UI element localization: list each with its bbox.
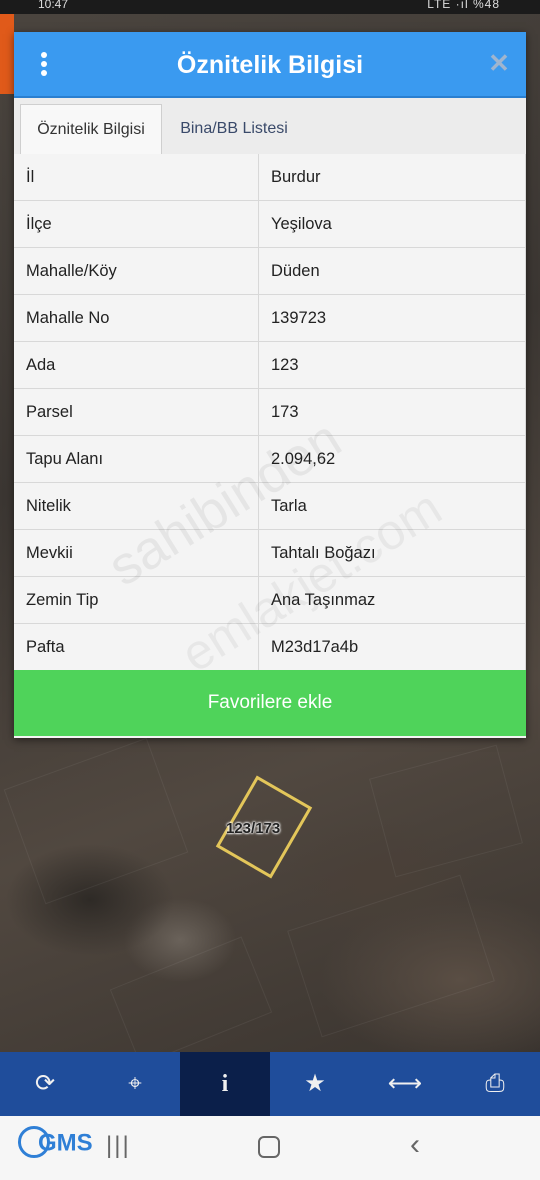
kebab-menu-icon[interactable] [38,52,50,78]
attribute-row: Pafta M23d17a4b [14,623,526,671]
attribute-key: Nitelik [14,482,259,530]
attribute-key: İl [14,154,259,201]
attribute-value: M23d17a4b [258,623,526,671]
attribute-value: 2.094,62 [258,435,526,483]
attribute-row: Mahalle No 139723 [14,294,526,342]
attribute-key: Pafta [14,623,259,671]
measure-icon[interactable]: ⟷ [360,1052,450,1116]
attribute-row: Mevkii Tahtalı Boğazı [14,529,526,577]
refresh-icon[interactable]: ⟳ [0,1052,90,1116]
attribute-value: Ana Taşınmaz [258,576,526,624]
tab-building-list[interactable]: Bina/BB Listesi [164,104,304,154]
tab-attribute-info[interactable]: Öznitelik Bilgisi [20,104,162,155]
info-icon[interactable]: i [180,1052,270,1116]
attribute-key: Parsel [14,388,259,436]
dialog-title: Öznitelik Bilgisi [176,51,364,79]
home-icon[interactable] [258,1136,280,1158]
attribute-row: Ada 123 [14,341,526,389]
locate-icon[interactable]: ⌖ [90,1052,180,1116]
close-icon[interactable]: ✕ [488,50,510,76]
attribute-value: Tahtalı Boğazı [258,529,526,577]
attribute-value: Tarla [258,482,526,530]
attribute-value: 173 [258,388,526,436]
attribute-key: Zemin Tip [14,576,259,624]
attribute-key: Mahalle/Köy [14,247,259,295]
add-favorite-button[interactable]: Favorilere ekle [14,670,526,736]
status-bar: 10:47 LTE ·ıl %48 [0,0,540,14]
attribute-row: Nitelik Tarla [14,482,526,530]
attribute-row: Mahalle/Köy Düden [14,247,526,295]
attribute-table: İl Burdur İlçe Yeşilova Mahalle/Köy Düden Maha… [14,154,526,671]
system-nav-bar: GMS ||| ‹ [0,1116,540,1180]
attribute-dialog: Öznitelik Bilgisi ✕ Öznitelik Bilgisi Bi… [14,32,526,738]
gms-logo: GMS [18,1126,93,1160]
attribute-key: Ada [14,341,259,389]
attribute-row: Tapu Alanı 2.094,62 [14,435,526,483]
attribute-row: İlçe Yeşilova [14,200,526,248]
attribute-value: Yeşilova [258,200,526,248]
star-icon[interactable]: ★ [270,1052,360,1116]
parcel-label: 123/173 [226,820,281,837]
attribute-key: Mevkii [14,529,259,577]
bottom-toolbar: ⟳ ⌖ i ★ ⟷ ⎙ [0,1052,540,1116]
attribute-key: Mahalle No [14,294,259,342]
attribute-row: İl Burdur [14,154,526,201]
attribute-row: Parsel 173 [14,388,526,436]
attribute-key: İlçe [14,200,259,248]
print-icon[interactable]: ⎙ [450,1052,540,1116]
attribute-value: 123 [258,341,526,389]
back-icon[interactable]: ‹ [410,1128,420,1162]
attribute-row: Zemin Tip Ana Taşınmaz [14,576,526,624]
background-app-strip [0,14,14,94]
attribute-key: Tapu Alanı [14,435,259,483]
attribute-value: Düden [258,247,526,295]
attribute-value: Burdur [258,154,526,201]
dialog-tabs: Öznitelik Bilgisi Bina/BB Listesi [14,98,526,155]
dialog-header: Öznitelik Bilgisi ✕ [14,32,526,98]
status-indicators: LTE ·ıl %48 [427,0,500,11]
status-time: 10:47 [38,0,69,11]
attribute-value: 139723 [258,294,526,342]
recent-apps-icon[interactable]: ||| [106,1132,131,1160]
